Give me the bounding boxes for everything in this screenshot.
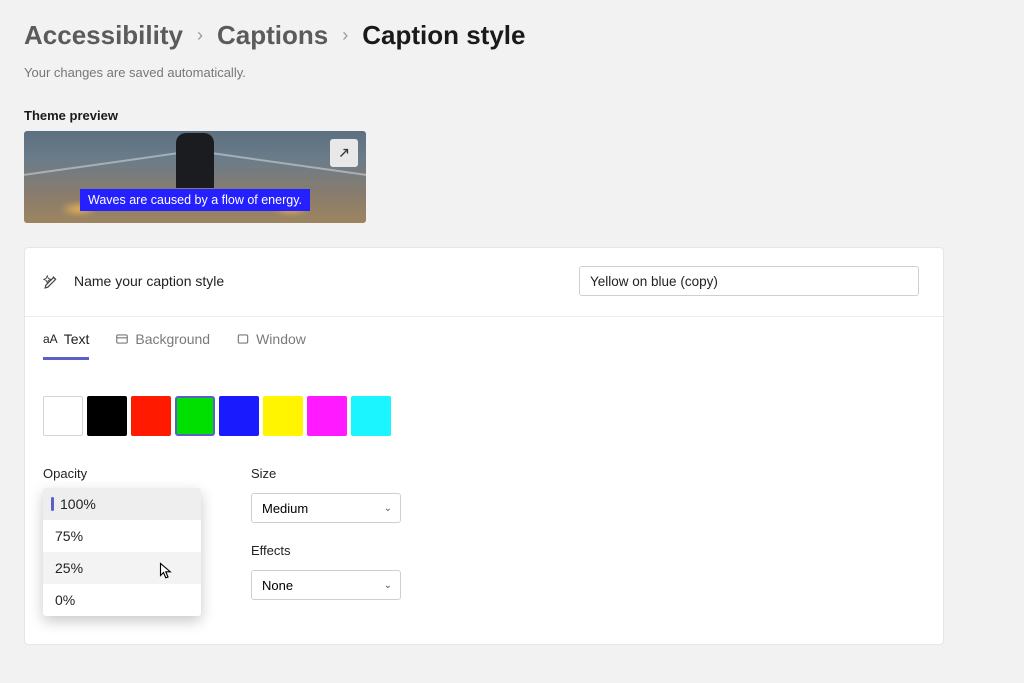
preview-background (24, 152, 178, 176)
tab-background-label: Background (135, 331, 210, 347)
chevron-right-icon: › (342, 25, 348, 46)
breadcrumb-accessibility[interactable]: Accessibility (24, 20, 183, 51)
selected-indicator (51, 497, 54, 511)
caption-style-card: Name your caption style aA Text Backgrou… (24, 247, 944, 645)
size-dropdown[interactable]: Medium ⌄ (251, 493, 401, 523)
autosave-note: Your changes are saved automatically. (24, 65, 1000, 80)
breadcrumb: Accessibility › Captions › Caption style (24, 20, 1000, 51)
name-style-label: Name your caption style (74, 273, 224, 289)
expand-icon (337, 146, 351, 160)
opacity-label: Opacity (43, 466, 201, 481)
cursor-icon (159, 562, 174, 580)
preview-caption-text: Waves are caused by a flow of energy. (80, 189, 310, 211)
opacity-option-100[interactable]: 100% (43, 488, 201, 520)
theme-preview-label: Theme preview (24, 108, 1000, 123)
opacity-option-label: 25% (55, 560, 83, 576)
color-swatch-blue[interactable] (219, 396, 259, 436)
chevron-down-icon: ⌄ (384, 580, 392, 591)
color-swatch-magenta[interactable] (307, 396, 347, 436)
opacity-option-25[interactable]: 25% (43, 552, 201, 584)
preview-silhouette (176, 133, 214, 188)
name-style-row: Name your caption style (25, 248, 943, 306)
effects-value: None (262, 578, 293, 593)
color-swatch-black[interactable] (87, 396, 127, 436)
chevron-down-icon: ⌄ (384, 503, 392, 514)
tab-background[interactable]: Background (115, 331, 210, 360)
text-color-swatches (43, 396, 925, 436)
tab-window-label: Window (256, 331, 306, 347)
style-tabs: aA Text Background Window (25, 317, 943, 360)
expand-preview-button[interactable] (330, 139, 358, 167)
color-swatch-cyan[interactable] (351, 396, 391, 436)
opacity-option-75[interactable]: 75% (43, 520, 201, 552)
effects-label: Effects (251, 543, 409, 558)
color-swatch-white[interactable] (43, 396, 83, 436)
text-icon: aA (43, 332, 58, 346)
size-value: Medium (262, 501, 308, 516)
opacity-option-label: 0% (55, 592, 75, 608)
opacity-control: Opacity 100% 75% 25% (43, 466, 201, 620)
color-swatch-red[interactable] (131, 396, 171, 436)
background-icon (115, 332, 129, 346)
opacity-dropdown-menu: 100% 75% 25% 0% (43, 488, 201, 616)
breadcrumb-current: Caption style (362, 20, 525, 51)
breadcrumb-captions[interactable]: Captions (217, 20, 328, 51)
color-swatch-yellow[interactable] (263, 396, 303, 436)
theme-preview: Waves are caused by a flow of energy. (24, 131, 366, 223)
color-swatch-green[interactable] (175, 396, 215, 436)
size-effects-column: Size Medium ⌄ Effects None ⌄ (251, 466, 409, 620)
chevron-right-icon: › (197, 25, 203, 46)
effects-dropdown[interactable]: None ⌄ (251, 570, 401, 600)
tab-text-label: Text (64, 331, 90, 347)
opacity-option-0[interactable]: 0% (43, 584, 201, 616)
window-icon (236, 332, 250, 346)
tab-window[interactable]: Window (236, 331, 306, 360)
tab-text[interactable]: aA Text (43, 331, 89, 360)
opacity-option-label: 75% (55, 528, 83, 544)
caption-style-name-input[interactable] (579, 266, 919, 296)
opacity-option-label: 100% (60, 496, 96, 512)
size-label: Size (251, 466, 409, 481)
edit-icon (43, 273, 60, 290)
